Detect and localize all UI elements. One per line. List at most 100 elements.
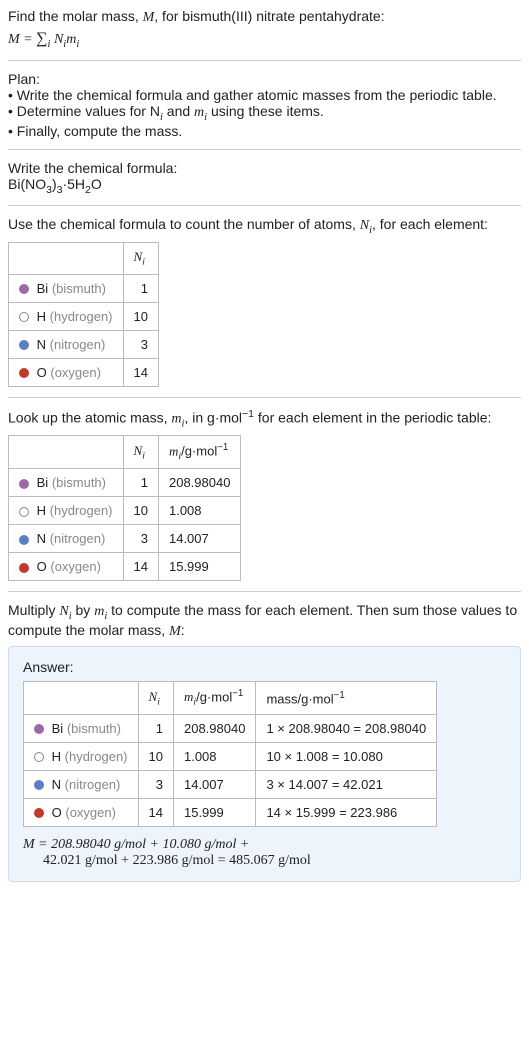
molar-mass-equation: M = ∑i Nimi	[8, 30, 521, 50]
mass-cell: 10 × 1.008 = 10.080	[256, 742, 437, 770]
mi-cell: 15.999	[173, 798, 255, 826]
plan-item-2-var2: m	[194, 105, 204, 120]
ni-cell: 14	[123, 358, 158, 386]
table-row: N (nitrogen) 3 14.007 3 × 14.007 = 42.02…	[24, 770, 437, 798]
ni-cell: 3	[138, 770, 173, 798]
element-cell: N (nitrogen)	[9, 330, 124, 358]
ni-cell: 1	[123, 469, 158, 497]
plan-item-2-mid: and	[163, 103, 194, 119]
answer-box: Answer: Ni mi/g·mol−1 mass/g·mol−1 Bi (b…	[8, 646, 521, 882]
element-symbol: O	[37, 365, 47, 380]
ni-cell: 10	[138, 742, 173, 770]
element-symbol: O	[52, 805, 62, 820]
plan-heading: Plan:	[8, 71, 521, 87]
answer-table: Ni mi/g·mol−1 mass/g·mol−1 Bi (bismuth) …	[23, 681, 437, 827]
count-atoms-text: Use the chemical formula to count the nu…	[8, 216, 521, 236]
element-symbol: N	[37, 337, 46, 352]
table-header-blank	[9, 436, 124, 469]
table-row: N (nitrogen) 3	[9, 330, 159, 358]
element-bullet-icon	[34, 808, 44, 818]
element-cell: O (oxygen)	[9, 553, 124, 581]
element-cell: H (hydrogen)	[24, 742, 139, 770]
divider	[8, 591, 521, 592]
var-ni: Ni	[59, 604, 71, 619]
count-atoms-table: Ni Bi (bismuth) 1 H (hydrogen) 10 N (nit…	[8, 242, 159, 387]
multiply-section: Multiply Ni by mi to compute the mass fo…	[8, 602, 521, 640]
final-line-2: 42.021 g/mol + 223.986 g/mol = 485.067 g…	[43, 853, 311, 868]
element-symbol: N	[52, 777, 61, 792]
table-header-blank	[9, 243, 124, 275]
write-formula-heading: Write the chemical formula:	[8, 160, 521, 176]
mi-cell: 1.008	[173, 742, 255, 770]
table-header-row: Ni mi/g·mol−1	[9, 436, 241, 469]
mass-cell: 3 × 14.007 = 42.021	[256, 770, 437, 798]
mass-cell: 14 × 15.999 = 223.986	[256, 798, 437, 826]
intro-section: Find the molar mass, M, for bismuth(III)…	[8, 8, 521, 50]
element-bullet-icon	[34, 752, 44, 762]
ni-cell: 3	[123, 525, 158, 553]
element-name: (oxygen)	[65, 805, 116, 820]
element-name: (nitrogen)	[50, 337, 106, 352]
ni-cell: 14	[138, 798, 173, 826]
ni-cell: 1	[123, 274, 158, 302]
element-name: (hydrogen)	[50, 309, 113, 324]
lookup-mass-section: Look up the atomic mass, mi, in g·mol−1 …	[8, 408, 521, 581]
mi-cell: 1.008	[158, 497, 240, 525]
divider	[8, 60, 521, 61]
table-row: Bi (bismuth) 1 208.98040	[9, 469, 241, 497]
write-formula-section: Write the chemical formula: Bi(NO3)3·5H2…	[8, 160, 521, 196]
ni-cell: 14	[123, 553, 158, 581]
ni-cell: 3	[123, 330, 158, 358]
element-name: (bismuth)	[52, 281, 106, 296]
count-atoms-suffix: , for each element:	[372, 216, 488, 232]
intro-text-prefix: Find the molar mass,	[8, 8, 143, 24]
chemical-formula: Bi(NO3)3·5H2O	[8, 176, 521, 196]
divider	[8, 149, 521, 150]
table-header-mi: mi/g·mol−1	[173, 681, 255, 714]
element-bullet-icon	[19, 312, 29, 322]
intro-var-M: M	[143, 10, 155, 25]
count-atoms-var: N	[360, 218, 369, 233]
table-row: H (hydrogen) 10	[9, 302, 159, 330]
mi-cell: 208.98040	[158, 469, 240, 497]
table-header-blank	[24, 681, 139, 714]
element-bullet-icon	[19, 284, 29, 294]
final-line-1: M = 208.98040 g/mol + 10.080 g/mol +	[23, 837, 249, 852]
table-header-row: Ni mi/g·mol−1 mass/g·mol−1	[24, 681, 437, 714]
element-bullet-icon	[34, 724, 44, 734]
mi-cell: 14.007	[173, 770, 255, 798]
table-header-mass: mass/g·mol−1	[256, 681, 437, 714]
mi-cell: 14.007	[158, 525, 240, 553]
element-name: (hydrogen)	[65, 749, 128, 764]
multiply-prefix: Multiply	[8, 602, 59, 618]
multiply-suffix: :	[181, 622, 185, 638]
element-name: (oxygen)	[50, 365, 101, 380]
lookup-suffix: for each element in the periodic table:	[254, 409, 491, 425]
plan-item-2: • Determine values for Ni and mi using t…	[8, 103, 521, 123]
element-cell: O (oxygen)	[24, 798, 139, 826]
table-header-ni: Ni	[123, 436, 158, 469]
element-symbol: H	[37, 309, 46, 324]
element-bullet-icon	[19, 507, 29, 517]
element-symbol: H	[52, 749, 61, 764]
element-bullet-icon	[19, 535, 29, 545]
element-symbol: Bi	[37, 281, 49, 296]
element-symbol: Bi	[37, 475, 49, 490]
element-symbol: H	[37, 503, 46, 518]
table-row: H (hydrogen) 10 1.008	[9, 497, 241, 525]
element-bullet-icon	[19, 368, 29, 378]
element-name: (nitrogen)	[65, 777, 121, 792]
formula-part: ·5H	[62, 176, 85, 192]
table-row: Bi (bismuth) 1	[9, 274, 159, 302]
element-symbol: N	[37, 531, 46, 546]
element-cell: O (oxygen)	[9, 358, 124, 386]
element-cell: Bi (bismuth)	[9, 274, 124, 302]
element-name: (bismuth)	[52, 475, 106, 490]
table-header-mi: mi/g·mol−1	[158, 436, 240, 469]
table-row: H (hydrogen) 10 1.008 10 × 1.008 = 10.08…	[24, 742, 437, 770]
table-row: Bi (bismuth) 1 208.98040 1 × 208.98040 =…	[24, 714, 437, 742]
element-symbol: Bi	[52, 721, 64, 736]
table-header-row: Ni	[9, 243, 159, 275]
plan-section: Plan: • Write the chemical formula and g…	[8, 71, 521, 139]
count-atoms-section: Use the chemical formula to count the nu…	[8, 216, 521, 386]
